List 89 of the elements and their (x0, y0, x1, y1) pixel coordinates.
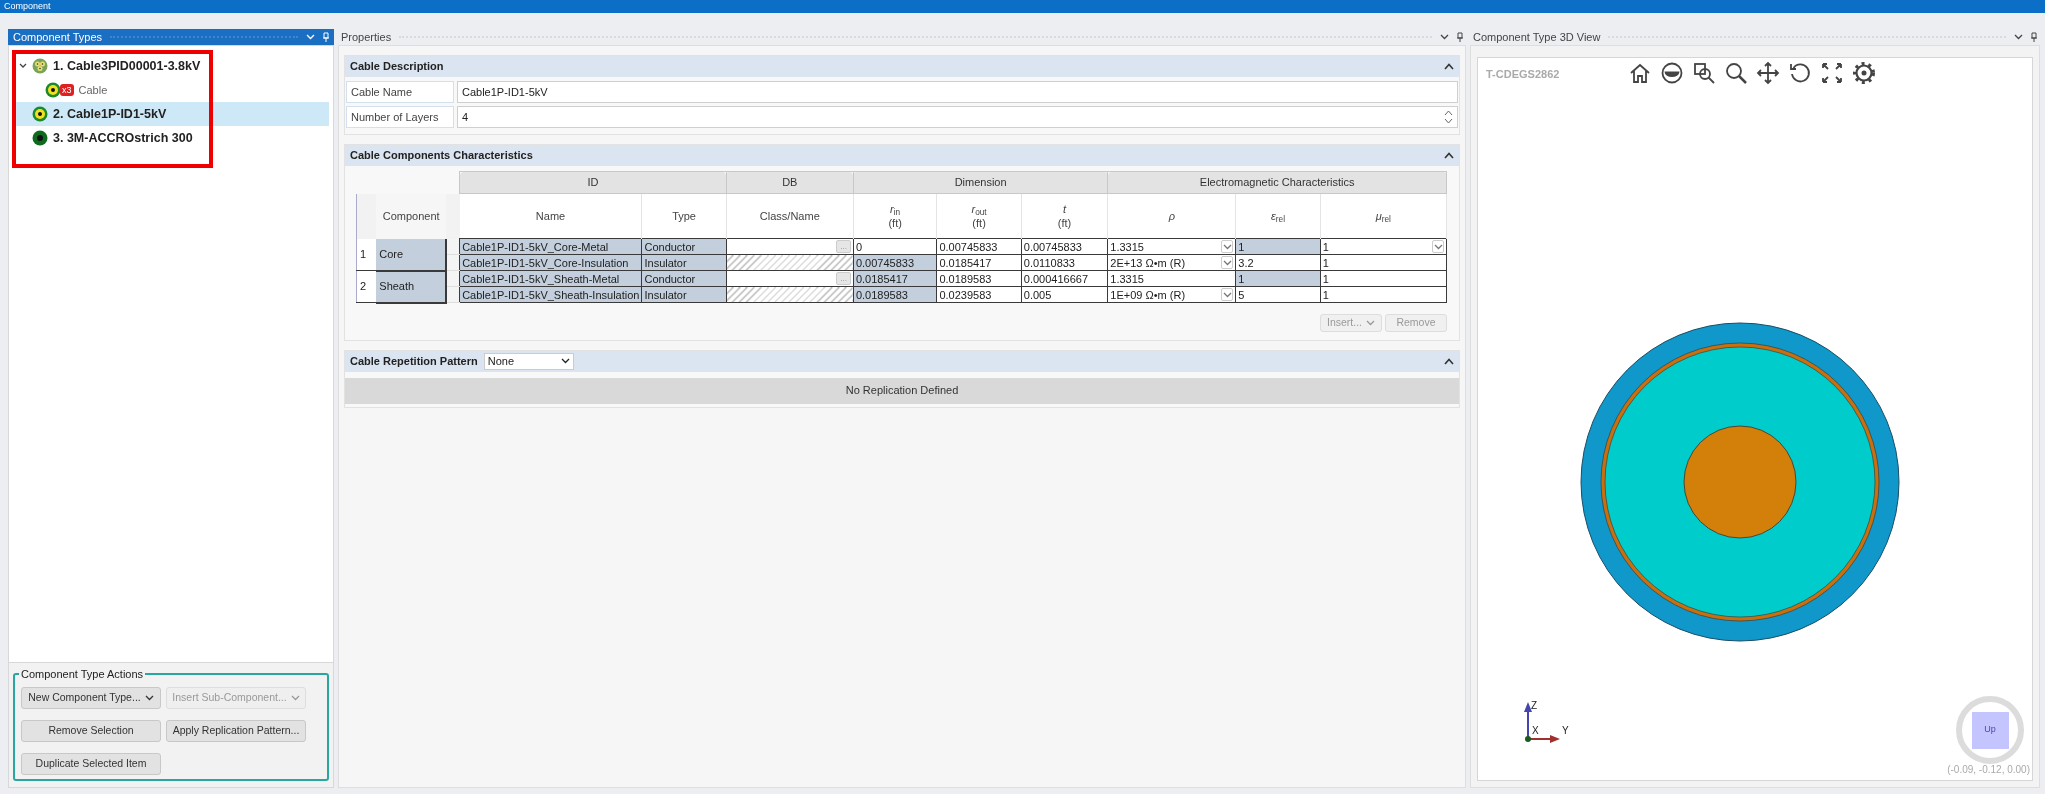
column-group-header: Electromagnetic Characteristics (1107, 171, 1447, 194)
axis-label: X (1532, 725, 1539, 736)
tree-item[interactable]: 2. Cable1P-ID1-5kV (13, 102, 329, 126)
field-value: 1 (1322, 239, 1330, 254)
caret-glyph-icon (1222, 291, 1232, 298)
home-icon[interactable] (1628, 61, 1652, 85)
move-icon[interactable] (1756, 61, 1780, 85)
table-cell: Sheath (376, 270, 446, 303)
panel-title: Component Type 3D View (1473, 29, 1601, 45)
field-value: 2E+13 Ω•m (R) (1110, 255, 1187, 270)
field-value: 1E+09 Ω•m (R) (1110, 287, 1187, 302)
section-title: Cable Components Characteristics (350, 148, 533, 164)
column-group-header: Dimension (853, 171, 1108, 194)
caret-icon (290, 695, 300, 701)
expand-chevron-icon[interactable] (19, 63, 27, 69)
settings-icon[interactable] (1852, 61, 1876, 85)
chevron-down-icon[interactable] (1440, 34, 1449, 40)
column-header: Component (376, 193, 446, 239)
axis-triad-drawing (1524, 702, 1560, 743)
tree-item-label: Cable (78, 82, 108, 98)
caret-glyph-icon (1433, 243, 1443, 250)
section-title: Cable Repetition Pattern (350, 353, 478, 369)
column-group-header: ID (459, 171, 727, 194)
model-id-label: T-CDEGS2862 (1486, 67, 1560, 82)
caret-icon (144, 695, 154, 701)
axis-label: Y (1562, 725, 1569, 736)
section-title: Cable Description (350, 59, 444, 75)
cable-bundle-icon (32, 58, 48, 74)
window-title: Component (4, 1, 51, 11)
dropdown-field[interactable]: 1 (1320, 238, 1447, 255)
field-value: 1.3315 (1110, 239, 1145, 254)
field-value: 4 (462, 109, 470, 125)
text-field[interactable]: Cable1P-ID1-5kV (457, 81, 1458, 103)
tree-item[interactable]: x3 Cable (13, 78, 329, 102)
column-group-header: DB (726, 171, 854, 194)
tree-item-label: 1. Cable3PID00001-3.8kV (53, 57, 201, 75)
count-badge: x3 (60, 84, 74, 96)
conductor-icon (32, 130, 48, 146)
collapse-icon[interactable] (1444, 152, 1454, 159)
chevron-down-icon[interactable] (2014, 34, 2023, 40)
table-cell: Core (376, 238, 446, 271)
dropdown-caret-icon[interactable] (1221, 256, 1234, 269)
action-button[interactable]: Remove Selection (21, 720, 161, 742)
tree-item-label: 2. Cable1P-ID1-5kV (53, 105, 167, 123)
caret-icon (1366, 319, 1375, 326)
field-label: Cable Name (346, 81, 454, 103)
table-cell[interactable]: 0.00745833 (936, 238, 1022, 255)
tree-item-label: 3. 3M-ACCROstrich 300 (53, 129, 193, 147)
row-number: 2 (356, 270, 377, 303)
fit-view-icon[interactable] (1820, 61, 1844, 85)
cable-icon (32, 106, 48, 122)
eye-icon[interactable] (1660, 61, 1684, 85)
coordinates-readout: (-0.09, -0.12, 0.00) (1947, 763, 2030, 777)
dropdown-button[interactable]: New Component Type... (21, 687, 161, 709)
viewport[interactable]: T-CDEGS2862 Z X Y Up (-0.09, -0.12, 0.00) (1477, 57, 2033, 781)
caret-icon (560, 358, 570, 364)
row-number: 1 (356, 238, 377, 271)
group-box-title: Component Type Actions (19, 667, 146, 681)
table-cell: Conductor (641, 238, 727, 255)
table-cell[interactable]: 0.00745833 (1021, 238, 1108, 255)
axis-label: Z (1531, 700, 1538, 711)
table-cell: 1 (1235, 238, 1321, 255)
pin-icon[interactable] (2031, 32, 2037, 42)
action-button[interactable]: Duplicate Selected Item (21, 753, 161, 775)
spin-arrows-icon[interactable] (1444, 109, 1453, 125)
dropdown-caret-icon[interactable] (1221, 240, 1234, 253)
tree-item[interactable]: 3. 3M-ACCROstrich 300 (13, 126, 329, 150)
action-button[interactable]: Apply Replication Pattern... (166, 720, 306, 742)
view-cube-button[interactable]: Up (1971, 711, 2009, 749)
dropdown-field[interactable]: 1.3315 (1107, 238, 1236, 255)
panel-title: Properties (341, 29, 392, 45)
table-cell[interactable]: 0 (853, 238, 937, 255)
search-icon[interactable] (1724, 61, 1748, 85)
dropdown-caret-icon[interactable] (1221, 288, 1234, 301)
panel-title: Component Types (13, 29, 103, 45)
rotate-icon[interactable] (1788, 61, 1812, 85)
tree-item[interactable]: 1. Cable3PID00001-3.8kV (13, 54, 329, 78)
zoom-window-icon[interactable] (1692, 61, 1716, 85)
pin-icon[interactable] (1457, 32, 1463, 42)
dropdown-field[interactable]: None (483, 352, 574, 370)
collapse-icon[interactable] (1444, 357, 1454, 365)
table-cell: Cable1P-ID1-5kV_Core-Metal (459, 238, 642, 255)
cable-icon (45, 82, 61, 98)
message-text: No Replication Defined (845, 383, 959, 399)
dropdown-caret-icon[interactable] (1432, 240, 1444, 253)
spin-field[interactable]: 4 (457, 106, 1458, 128)
field-value: None (487, 353, 516, 369)
field-label: Number of Layers (346, 106, 454, 128)
collapse-icon[interactable] (1444, 63, 1454, 70)
